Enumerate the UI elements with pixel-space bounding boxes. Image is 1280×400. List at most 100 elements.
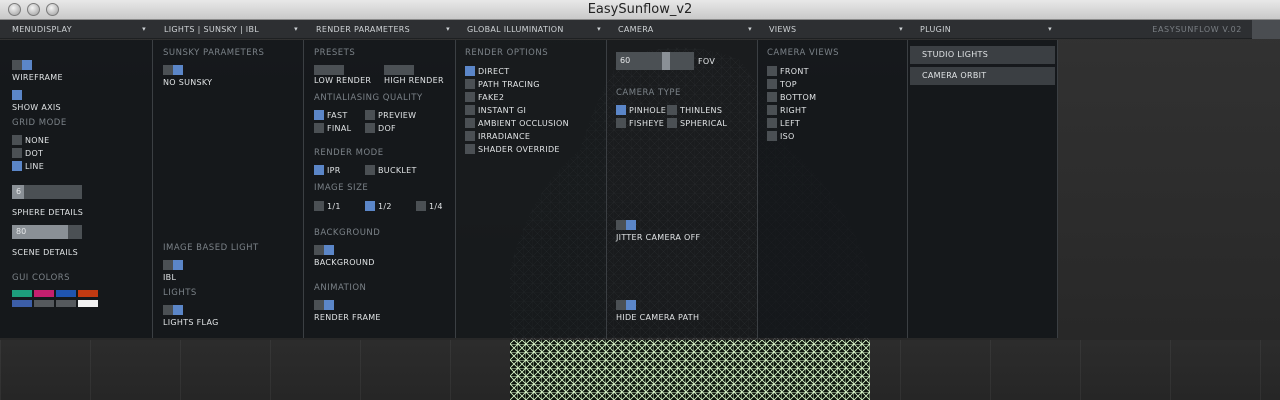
gui-color-swatch[interactable] — [12, 290, 32, 297]
chevron-down-icon: ▾ — [446, 25, 450, 33]
high-render-button[interactable] — [384, 65, 414, 75]
gui-color-swatch[interactable] — [34, 300, 54, 307]
gi-irradiance-radio[interactable] — [465, 131, 475, 141]
wireframe-toggle[interactable] — [12, 60, 32, 70]
window-resize-handle[interactable] — [1252, 20, 1280, 39]
grid-line-radio[interactable] — [12, 161, 22, 171]
camera-pinhole-radio[interactable] — [616, 105, 626, 115]
render-frame-toggle[interactable] — [314, 300, 334, 310]
lights-flag-toggle[interactable] — [163, 305, 183, 315]
background-label: BACKGROUND — [314, 258, 375, 267]
gi-path-tracing-label: PATH TRACING — [478, 80, 540, 89]
view-iso-button[interactable] — [767, 131, 777, 141]
mode-bucklet-radio[interactable] — [365, 165, 375, 175]
low-render-button[interactable] — [314, 65, 344, 75]
studio-lights-button[interactable]: STUDIO LIGHTS — [910, 46, 1055, 64]
aa-dof-label: DOF — [378, 124, 396, 133]
gui-color-swatch[interactable] — [34, 290, 54, 297]
lights-title: LIGHTS — [163, 288, 197, 298]
view-front-button[interactable] — [767, 66, 777, 76]
aa-dof-radio[interactable] — [365, 123, 375, 133]
view-left-button[interactable] — [767, 118, 777, 128]
view-top-label: TOP — [780, 80, 797, 89]
ibl-toggle[interactable] — [163, 260, 183, 270]
chevron-down-icon: ▾ — [899, 25, 903, 33]
panel-camera — [607, 40, 758, 338]
view-right-button[interactable] — [767, 105, 777, 115]
gi-ambient-occlusion-radio[interactable] — [465, 118, 475, 128]
no-sunsky-label: NO SUNSKY — [163, 78, 213, 87]
jitter-camera-toggle[interactable] — [616, 220, 636, 230]
image-size-title: IMAGE SIZE — [314, 183, 369, 193]
scene-details-label: SCENE DETAILS — [12, 248, 79, 257]
background-title: BACKGROUND — [314, 228, 381, 238]
chevron-down-icon: ▾ — [597, 25, 601, 33]
view-top-button[interactable] — [767, 79, 777, 89]
low-render-label: LOW RENDER — [314, 76, 372, 85]
high-render-label: HIGH RENDER — [384, 76, 444, 85]
view-front-label: FRONT — [780, 67, 809, 76]
aa-fast-label: FAST — [327, 111, 348, 120]
gi-path-tracing-radio[interactable] — [465, 79, 475, 89]
menu-plugin[interactable]: PLUGIN ▾ — [908, 20, 1058, 39]
aa-final-radio[interactable] — [314, 123, 324, 133]
gui-colors-title: GUI COLORS — [12, 273, 71, 283]
gi-fake2-radio[interactable] — [465, 92, 475, 102]
chevron-down-icon: ▾ — [142, 25, 146, 33]
menu-menudisplay[interactable]: MENUDISPLAY ▾ — [0, 20, 152, 39]
fov-slider[interactable]: 60 — [616, 52, 694, 70]
gi-shader-override-radio[interactable] — [465, 144, 475, 154]
scene-details-slider[interactable]: 80 — [12, 225, 82, 239]
gi-direct-label: DIRECT — [478, 67, 510, 76]
chevron-down-icon: ▾ — [748, 25, 752, 33]
size-1-4-label: 1/4 — [429, 202, 443, 211]
camera-spherical-radio[interactable] — [667, 118, 677, 128]
gi-instant-gi-radio[interactable] — [465, 105, 475, 115]
gui-color-swatch[interactable] — [12, 300, 32, 307]
render-mode-title: RENDER MODE — [314, 148, 384, 158]
sphere-details-value: 6 — [16, 187, 22, 196]
hide-camera-path-toggle[interactable] — [616, 300, 636, 310]
sphere-details-slider[interactable]: 6 — [12, 185, 82, 199]
grid-mode-title: GRID MODE — [12, 118, 67, 128]
size-1-2-radio[interactable] — [365, 201, 375, 211]
sphere-details-label: SPHERE DETAILS — [12, 208, 84, 217]
gui-color-swatch[interactable] — [56, 300, 76, 307]
image-based-light-title: IMAGE BASED LIGHT — [163, 243, 259, 253]
menu-render-parameters[interactable]: RENDER PARAMETERS ▾ — [304, 20, 456, 39]
grid-dot-radio[interactable] — [12, 148, 22, 158]
show-axis-checkbox[interactable] — [12, 90, 22, 100]
menu-global-illumination[interactable]: GLOBAL ILLUMINATION ▾ — [455, 20, 607, 39]
presets-title: PRESETS — [314, 48, 356, 58]
camera-thinlens-radio[interactable] — [667, 105, 677, 115]
aa-preview-radio[interactable] — [365, 110, 375, 120]
camera-orbit-button[interactable]: CAMERA ORBIT — [910, 67, 1055, 85]
app-version: EASYSUNFLOW V.02 — [1152, 25, 1242, 34]
menu-lights-sunsky-ibl[interactable]: LIGHTS | SUNSKY | IBL ▾ — [152, 20, 304, 39]
view-bottom-button[interactable] — [767, 92, 777, 102]
gi-direct-radio[interactable] — [465, 66, 475, 76]
menu-views[interactable]: VIEWS ▾ — [757, 20, 909, 39]
view-iso-label: ISO — [780, 132, 795, 141]
view-left-label: LEFT — [780, 119, 801, 128]
render-frame-label: RENDER FRAME — [314, 313, 381, 322]
size-1-4-radio[interactable] — [416, 201, 426, 211]
camera-spherical-label: SPHERICAL — [680, 119, 728, 128]
grid-none-radio[interactable] — [12, 135, 22, 145]
view-bottom-label: BOTTOM — [780, 93, 817, 102]
aa-fast-radio[interactable] — [314, 110, 324, 120]
camera-fisheye-radio[interactable] — [616, 118, 626, 128]
sunsky-parameters-title: SUNSKY PARAMETERS — [163, 48, 265, 58]
gi-instant-gi-label: INSTANT GI — [478, 106, 527, 115]
background-toggle[interactable] — [314, 245, 334, 255]
show-axis-label: SHOW AXIS — [12, 103, 61, 112]
gui-color-swatch[interactable] — [56, 290, 76, 297]
lights-flag-label: LIGHTS FLAG — [163, 318, 219, 327]
window-title: EasySunflow_v2 — [587, 2, 693, 17]
gui-color-swatch[interactable] — [78, 290, 98, 297]
size-1-1-radio[interactable] — [314, 201, 324, 211]
mode-ipr-radio[interactable] — [314, 165, 324, 175]
no-sunsky-toggle[interactable] — [163, 65, 183, 75]
menu-camera[interactable]: CAMERA ▾ — [606, 20, 758, 39]
gui-color-swatch[interactable] — [78, 300, 98, 307]
